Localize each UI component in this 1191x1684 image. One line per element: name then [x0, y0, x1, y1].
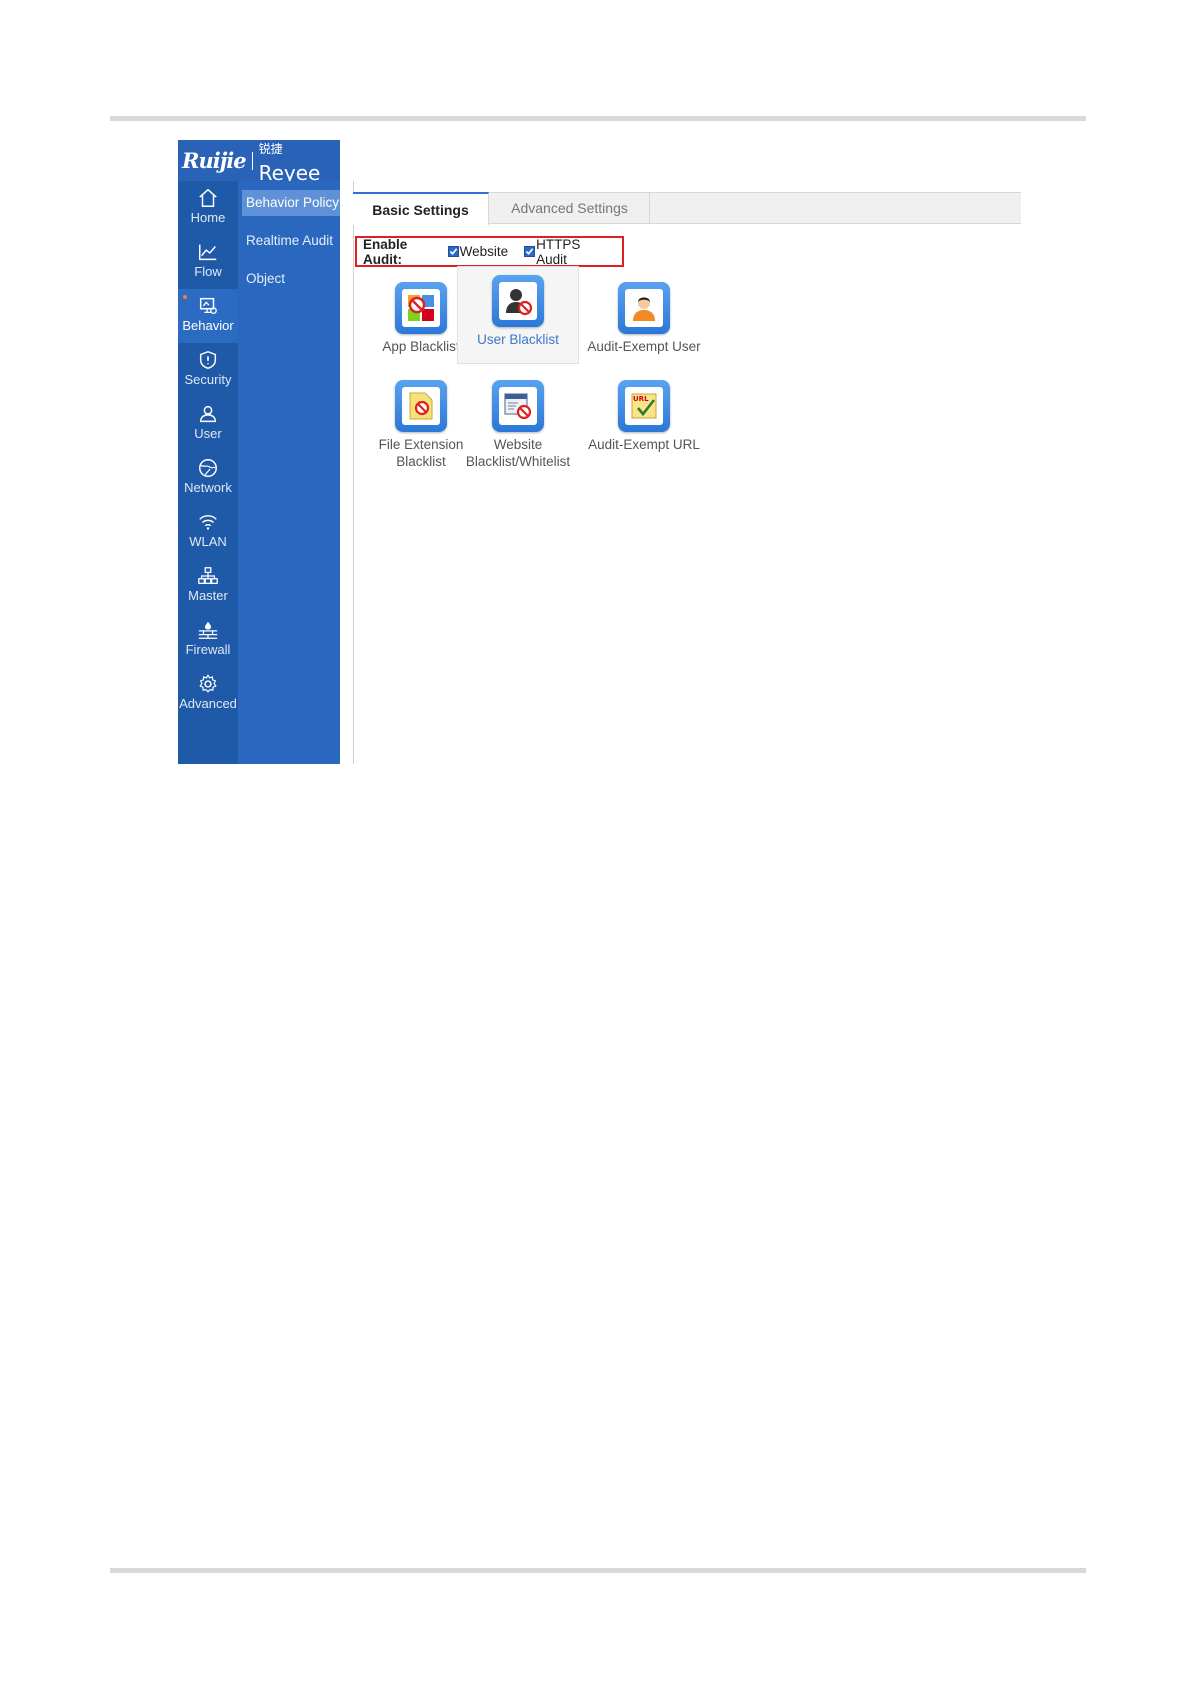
nav-label-master: Master — [188, 588, 228, 603]
app-grid-blocked-icon — [408, 295, 434, 321]
enable-audit-label: Enable Audit: — [363, 236, 408, 267]
subnav-item-realtime-audit[interactable]: Realtime Audit — [242, 228, 340, 254]
person-orange-icon — [633, 297, 655, 321]
https-audit-option[interactable]: HTTPS Audit — [524, 237, 606, 267]
nav-item-advanced[interactable]: Advanced — [178, 667, 238, 721]
page-bottom-rule — [110, 1568, 1086, 1573]
tab-bar: Basic Settings Advanced Settings — [353, 192, 1021, 225]
brand-logo[interactable]: Ruijie 锐捷Reyee — [178, 140, 340, 185]
nav-item-network[interactable]: Network — [178, 451, 238, 505]
enable-audit-group: Enable Audit: Website HTTPS Audit — [355, 236, 624, 267]
url-icon-text: URL — [633, 395, 649, 403]
nav-item-security[interactable]: Security — [178, 343, 238, 397]
wifi-icon — [199, 515, 217, 530]
nav-label-network: Network — [184, 480, 232, 495]
nav-item-behavior[interactable]: Behavior — [178, 289, 238, 343]
nav-label-firewall: Firewall — [185, 642, 231, 657]
nav-item-user[interactable]: User — [178, 397, 238, 451]
website-checkbox[interactable] — [447, 246, 459, 257]
check-icon — [449, 248, 457, 255]
check-icon — [525, 248, 534, 255]
nav-item-master[interactable]: Master — [178, 559, 238, 613]
reyee-logo: 锐捷Reyee — [259, 137, 340, 185]
website-audit-option[interactable]: Website — [447, 244, 509, 259]
active-indicator-dot — [183, 295, 187, 299]
https-audit-checkbox[interactable] — [524, 246, 536, 257]
audit-exempt-url-icon: URL — [618, 380, 670, 432]
main-sidebar: Home Flow Behavior Security User Network… — [178, 181, 238, 764]
audit-exempt-user-icon — [618, 282, 670, 334]
globe-icon — [199, 459, 217, 477]
chart-line-icon — [199, 244, 217, 261]
https-audit-checkbox-label: HTTPS Audit — [536, 236, 581, 267]
user-blacklist-icon — [492, 275, 544, 327]
user-icon — [199, 405, 217, 423]
shield-icon — [199, 350, 217, 370]
logo-mark: 锐捷 — [258, 141, 283, 156]
firewall-icon — [198, 621, 218, 639]
nav-label-wlan: WLAN — [189, 534, 227, 549]
topology-icon — [198, 567, 218, 584]
tab-basic-settings[interactable]: Basic Settings — [353, 192, 489, 225]
content-left-border — [353, 181, 354, 764]
webpage-blocked-icon — [504, 393, 532, 420]
nav-label-security: Security — [184, 372, 232, 387]
ruijie-logo: Ruijie — [182, 148, 247, 173]
tile-label-audit-exempt-url: Audit-Exempt URL — [588, 437, 700, 452]
screenshot-frame: Ruijie 锐捷Reyee Home Flow Behavior Securi… — [178, 140, 1021, 764]
sub-sidebar: Behavior Policy Realtime Audit Object — [238, 181, 340, 764]
nav-label-advanced: Advanced — [179, 696, 237, 711]
file-blocked-icon — [409, 392, 433, 420]
gear-icon — [199, 674, 217, 693]
tile-audit-exempt-user[interactable]: Audit-Exempt User — [579, 274, 709, 372]
nav-item-flow[interactable]: Flow — [178, 235, 238, 289]
monitor-icon — [199, 297, 217, 314]
home-icon — [199, 188, 217, 207]
tab-advanced-settings[interactable]: Advanced Settings — [490, 192, 650, 224]
url-checked-icon: URL — [631, 393, 657, 419]
tile-label-user-blacklist: User Blacklist — [477, 332, 559, 347]
user-blocked-icon — [506, 289, 533, 316]
nav-item-home[interactable]: Home — [178, 181, 238, 235]
nav-item-firewall[interactable]: Firewall — [178, 613, 238, 667]
nav-label-user: User — [194, 426, 222, 441]
nav-label-behavior: Behavior — [182, 318, 234, 333]
website-blacklist-icon — [492, 380, 544, 432]
subnav-item-object[interactable]: Object — [242, 266, 340, 292]
file-extension-blacklist-icon — [395, 380, 447, 432]
app-blacklist-icon — [395, 282, 447, 334]
tile-website-blacklist-whitelist[interactable]: Website Blacklist/Whitelist — [457, 372, 579, 482]
nav-label-home: Home — [190, 210, 226, 225]
page-top-rule — [110, 116, 1086, 121]
tile-label-website-line2: Blacklist/Whitelist — [465, 454, 571, 469]
tile-user-blacklist[interactable]: User Blacklist — [457, 266, 579, 364]
website-checkbox-label: Website — [459, 244, 509, 259]
subnav-item-behavior-policy[interactable]: Behavior Policy — [242, 190, 340, 216]
tile-label-audit-exempt-user: Audit-Exempt User — [587, 339, 701, 354]
tile-audit-exempt-url[interactable]: URL Audit-Exempt URL — [579, 372, 709, 470]
nav-item-wlan[interactable]: WLAN — [178, 505, 238, 559]
nav-label-flow: Flow — [194, 264, 222, 279]
logo-divider — [251, 151, 253, 170]
tile-label-website-line1: Website — [493, 437, 543, 452]
